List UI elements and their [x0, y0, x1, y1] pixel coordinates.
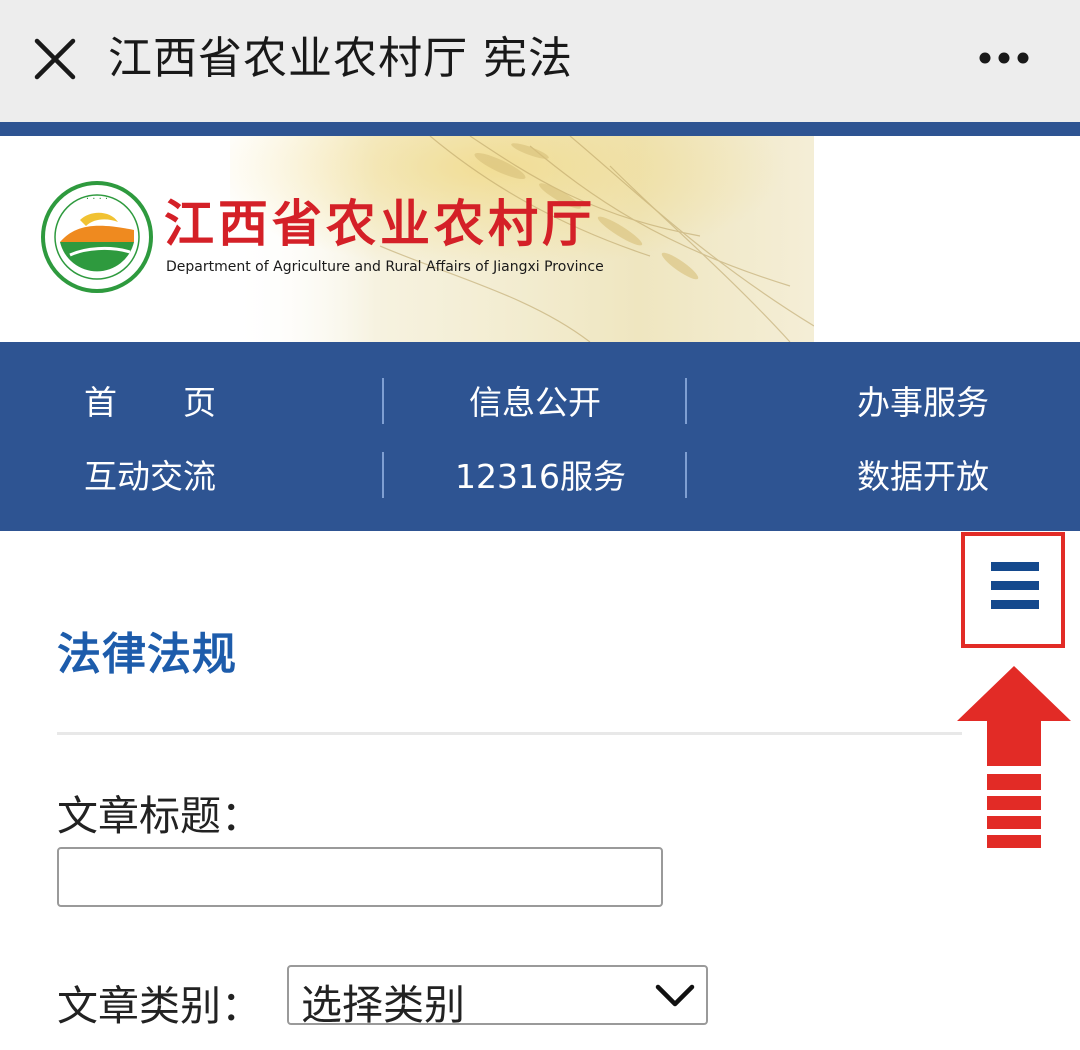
- nav-divider: [685, 452, 687, 498]
- nav-item-12316-service[interactable]: 12316服务: [455, 452, 626, 502]
- close-icon[interactable]: [28, 32, 82, 86]
- nav-item-open-data[interactable]: 数据开放: [857, 452, 989, 502]
- top-bar: 江西省农业农村厅 宪法: [0, 0, 1080, 122]
- more-icon[interactable]: [970, 40, 1036, 76]
- hamburger-menu-icon: [991, 562, 1039, 571]
- svg-text:· · · ·: · · · ·: [86, 194, 108, 205]
- nav-item-info-disclosure[interactable]: 信息公开: [469, 378, 601, 428]
- nav-item-services[interactable]: 办事服务: [857, 378, 989, 428]
- nav-item-interaction[interactable]: 互动交流: [84, 452, 216, 502]
- hamburger-menu-button[interactable]: [961, 532, 1065, 648]
- nav-divider: [382, 452, 384, 498]
- page-title: 江西省农业农村厅 宪法: [108, 33, 573, 84]
- header-strip: [0, 122, 1080, 136]
- nav-divider: [382, 378, 384, 424]
- category-selected-value: 选择类别: [301, 981, 465, 1025]
- hamburger-bar: [991, 581, 1039, 590]
- nav-item-home[interactable]: 首 页: [84, 378, 216, 428]
- emblem-logo: · · · ·: [40, 180, 154, 294]
- article-category-label: 文章类别：: [57, 982, 262, 1030]
- main-navigation: 首 页 信息公开 办事服务 互动交流 12316服务 数据开放: [0, 342, 1080, 531]
- red-up-arrow-icon: [957, 666, 1071, 848]
- divider: [57, 732, 962, 735]
- site-banner: · · · · 江西省农业农村厅 Department of Agricultu…: [0, 136, 1080, 342]
- article-title-label: 文章标题：: [57, 792, 262, 840]
- nav-divider: [685, 378, 687, 424]
- article-title-input[interactable]: [57, 847, 663, 907]
- article-category-select[interactable]: 选择类别: [287, 965, 708, 1025]
- org-name-en: Department of Agriculture and Rural Affa…: [166, 259, 604, 275]
- org-name-cn: 江西省农业农村厅: [164, 194, 596, 253]
- section-title: 法律法规: [57, 629, 237, 680]
- chevron-down-icon: [655, 984, 695, 1007]
- hamburger-bar: [991, 600, 1039, 609]
